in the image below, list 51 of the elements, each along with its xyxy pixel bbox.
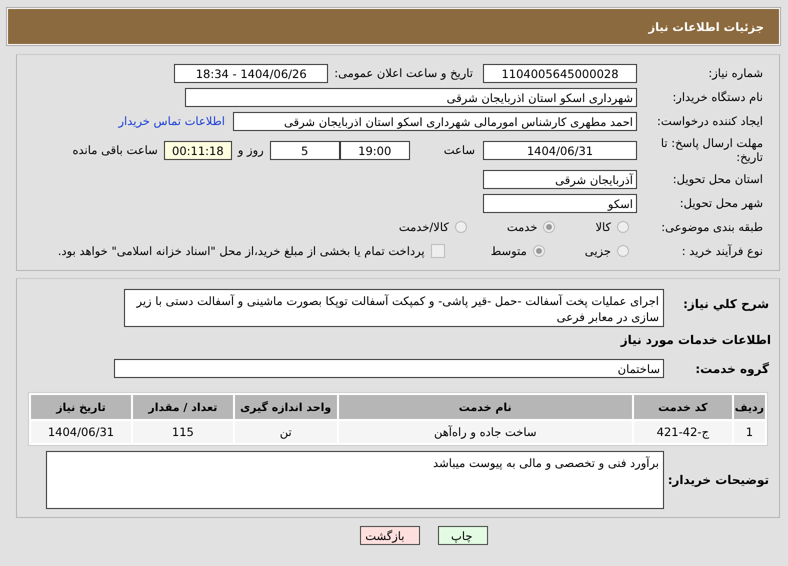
field-label: ایجاد کننده درخواست: bbox=[656, 114, 764, 128]
option-label: جزیی bbox=[584, 244, 611, 258]
field-label: ساعت bbox=[444, 143, 475, 157]
section-heading: اطلاعات خدمات مورد نیاز bbox=[619, 333, 772, 347]
back-button[interactable]: بازگشت bbox=[360, 526, 420, 545]
table-cell: 115 bbox=[132, 421, 233, 443]
option-label: کالا/خدمت bbox=[398, 220, 449, 234]
text-field[interactable]: 1104005645000028 bbox=[483, 64, 637, 82]
field-label: طبقه بندی موضوعی: bbox=[660, 220, 764, 234]
text-field[interactable]: ساختمان bbox=[114, 359, 664, 378]
option-label: خدمت bbox=[506, 220, 538, 234]
table-cell: تن bbox=[234, 421, 337, 443]
text-field[interactable]: آذربایجان شرقی bbox=[483, 170, 637, 188]
option-label: کالا bbox=[595, 220, 611, 234]
page-title: جزئیات اطلاعات نیاز bbox=[648, 20, 764, 34]
table-cell: 1404/06/31 bbox=[31, 421, 131, 443]
text-field[interactable]: شهرداری اسکو استان اذربایجان شرقی bbox=[185, 88, 637, 106]
print-button[interactable]: چاپ bbox=[438, 526, 488, 545]
column-header: کد خدمت bbox=[634, 395, 732, 419]
text-area[interactable]: برآورد فنی و تخصصی و مالی به پیوست میباشد bbox=[46, 451, 664, 509]
text-field[interactable]: اسکو bbox=[483, 194, 637, 212]
column-header: واحد اندازه گیری bbox=[234, 395, 337, 419]
field-label: پرداخت تمام یا بخشی از مبلغ خرید،از محل "اسناد خزانه اسلامی" خواهد بود. bbox=[58, 244, 425, 258]
option-label: متوسط bbox=[490, 244, 527, 258]
field-label: استان محل تحویل: bbox=[672, 172, 764, 186]
text-field[interactable]: 00:11:18 bbox=[164, 140, 232, 160]
text-field[interactable]: 19:00 bbox=[340, 140, 410, 160]
field-label: نام دستگاه خریدار: bbox=[671, 90, 764, 104]
text-field[interactable]: 1404/06/26 - 18:34 bbox=[174, 64, 328, 82]
column-header: نام خدمت bbox=[338, 395, 632, 419]
column-header: تاریخ نیاز bbox=[31, 395, 131, 419]
field-label: شهر محل تحویل: bbox=[678, 196, 764, 210]
text-field[interactable]: 1404/06/31 bbox=[483, 140, 637, 160]
text-field[interactable]: احمد مطهری کارشناس امورمالی شهرداری اسکو استان اذربایجان شرقی bbox=[233, 112, 637, 130]
field-label: مهلت ارسال پاسخ: تا تاریخ: bbox=[660, 136, 764, 164]
field-label: توضیحات خریدار: bbox=[666, 473, 770, 487]
field-label: گروه خدمت: bbox=[694, 362, 770, 376]
text-area[interactable]: اجرای عملیات پخت آسفالت -حمل -قیر پاشی- و کمپکت آسفالت توپکا بصورت ماشینی و آسفالت دستی با زیر سازی در معابر فرعی bbox=[124, 289, 664, 327]
text-field[interactable]: 5 bbox=[270, 140, 340, 160]
field-label: شرح کلي نياز: bbox=[682, 296, 770, 311]
field-label: ساعت باقی مانده bbox=[72, 143, 158, 157]
field-label: روز و bbox=[238, 143, 264, 157]
field-label: نوع فرآیند خرید : bbox=[680, 244, 764, 258]
table-cell: 1 bbox=[734, 421, 765, 443]
table-cell: ساخت جاده و راه‌آهن bbox=[338, 421, 632, 443]
column-header: تعداد / مقدار bbox=[132, 395, 233, 419]
table-cell: ج-42-421 bbox=[634, 421, 732, 443]
field-label: تاریخ و ساعت اعلان عمومی: bbox=[334, 66, 473, 80]
column-header: ردیف bbox=[734, 395, 765, 419]
field-label: شماره نیاز: bbox=[707, 66, 764, 80]
contact-link[interactable]: اطلاعات تماس خریدار bbox=[118, 114, 225, 128]
